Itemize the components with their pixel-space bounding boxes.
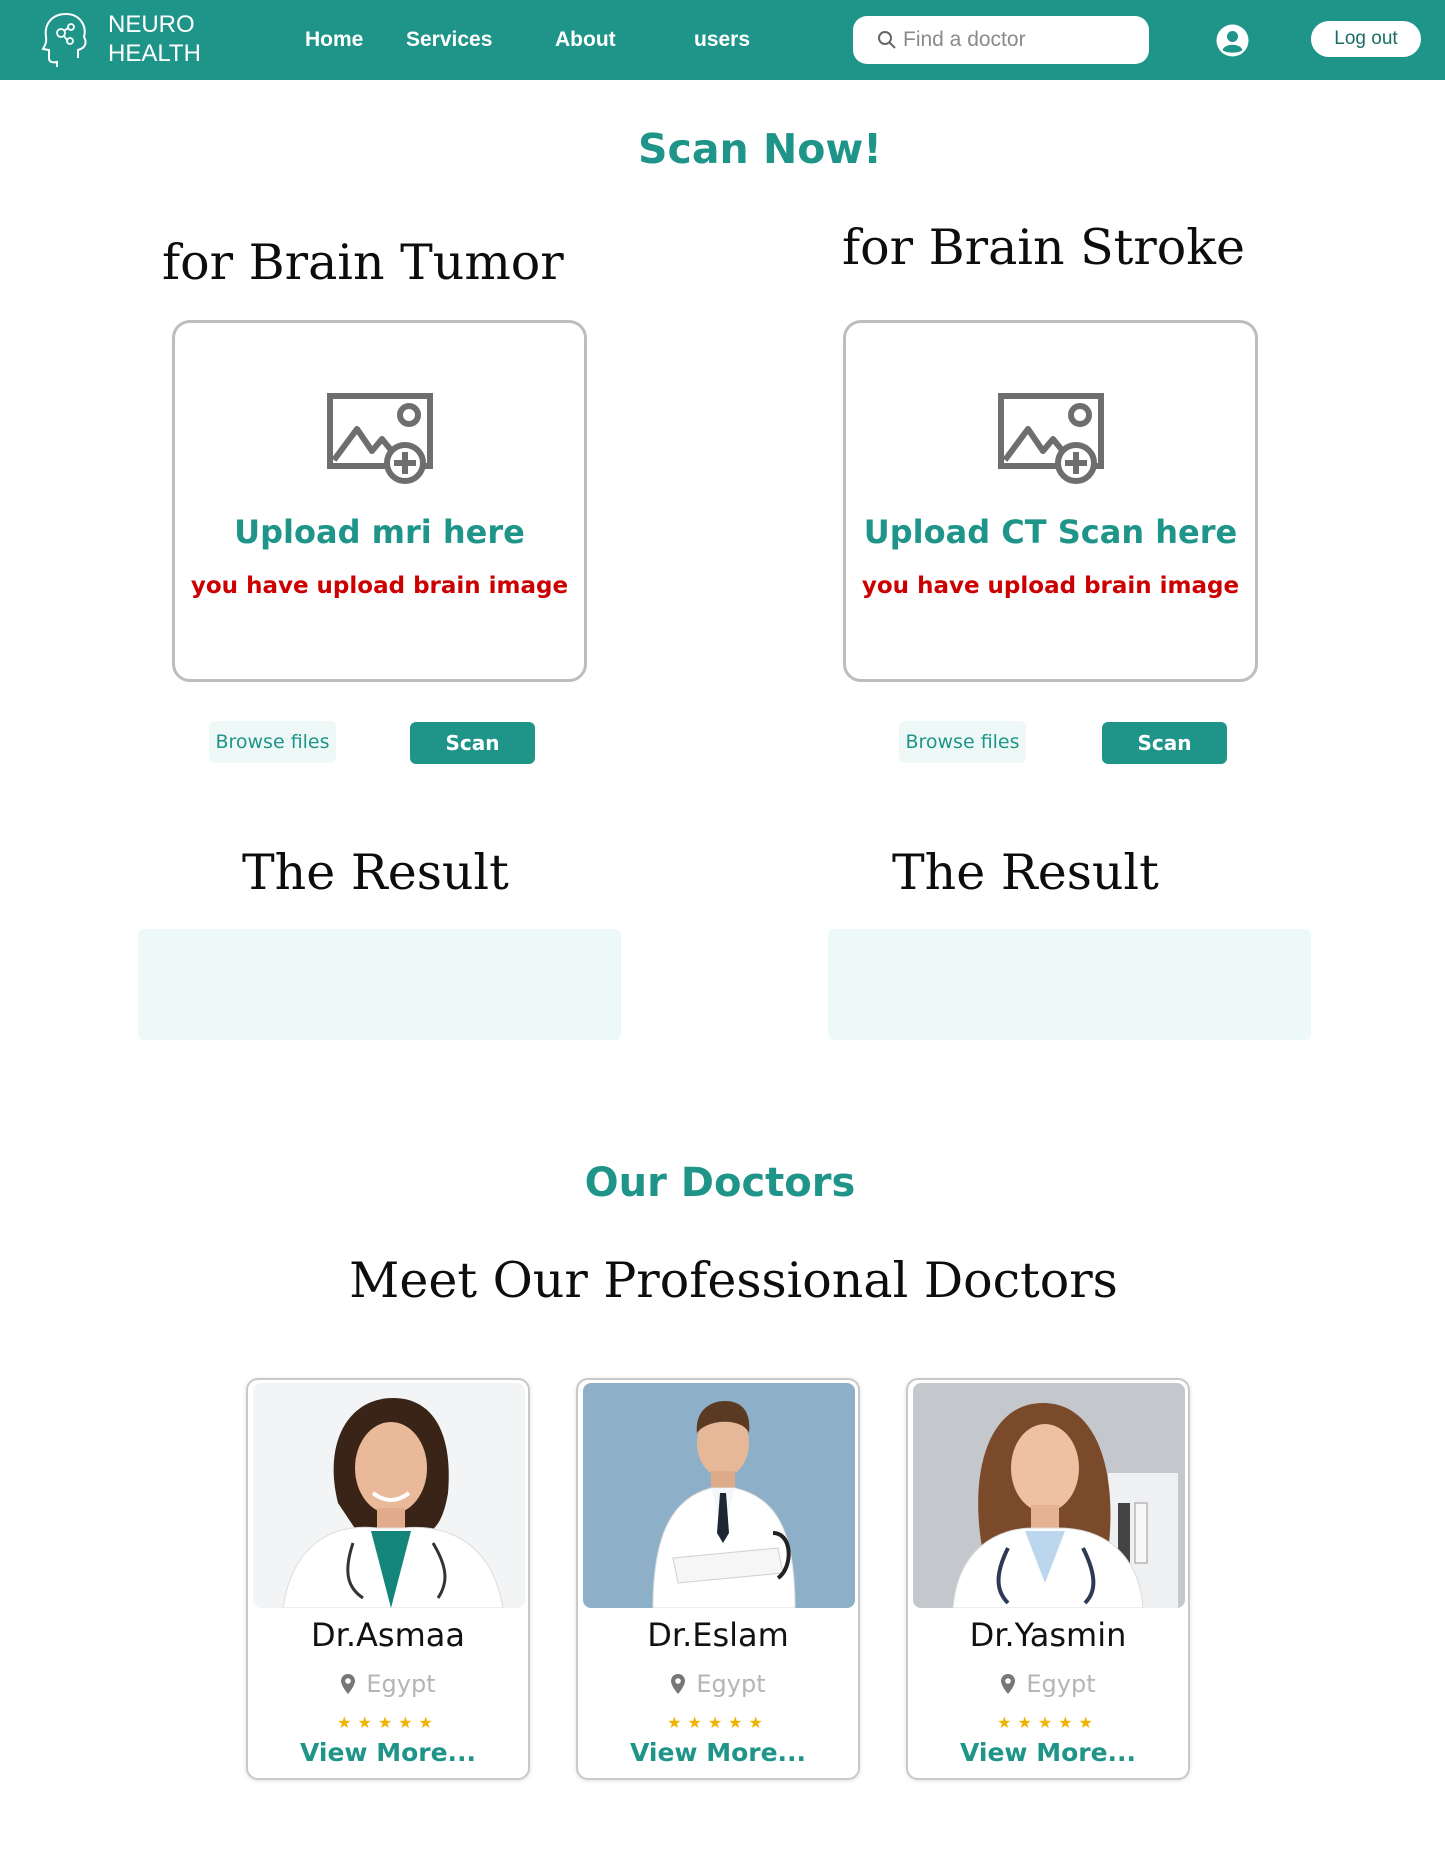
mri-browse-files-button[interactable]: Browse files xyxy=(209,721,336,763)
ct-upload-title: Upload CT Scan here xyxy=(863,513,1238,551)
doctor-card: Dr.Eslam Egypt ★★★★★ View More... xyxy=(576,1378,860,1780)
brand-line-1: NEURO xyxy=(108,11,195,38)
rating-stars: ★★★★★ xyxy=(667,1713,769,1732)
search-bar xyxy=(853,16,1149,64)
stroke-result-box xyxy=(828,929,1311,1040)
doctor-location: Egypt xyxy=(578,1670,858,1698)
search-icon xyxy=(878,31,896,49)
doctor-name: Dr.Asmaa xyxy=(311,1616,465,1654)
brain-head-icon xyxy=(41,12,87,67)
mri-upload-title: Upload mri here xyxy=(234,513,525,551)
navbar: NEURO HEALTH Home Services About users L… xyxy=(0,0,1445,80)
nav-users[interactable]: users xyxy=(694,28,750,52)
doctor-location-text: Egypt xyxy=(366,1670,436,1698)
doctor-name: Dr.Yasmin xyxy=(969,1616,1127,1654)
doctor-card: Dr.Asmaa Egypt ★★★★★ View More... xyxy=(246,1378,530,1780)
nav-about[interactable]: About xyxy=(555,28,616,52)
logout-button[interactable]: Log out xyxy=(1310,20,1422,58)
ct-upload-warning: you have upload brain image xyxy=(861,573,1240,599)
doctor-location-text: Egypt xyxy=(696,1670,766,1698)
doctor-photo xyxy=(253,1383,525,1608)
mri-upload-warning: you have upload brain image xyxy=(190,573,569,599)
doctor-card: Dr.Yasmin Egypt ★★★★★ View More... xyxy=(906,1378,1190,1780)
doctor-location-text: Egypt xyxy=(1026,1670,1096,1698)
add-image-icon xyxy=(998,393,1104,484)
doctor-photo xyxy=(583,1383,855,1608)
tumor-result-box xyxy=(138,929,621,1040)
ct-upload-dropzone[interactable]: Upload CT Scan here you have upload brai… xyxy=(843,320,1258,682)
mri-scan-button[interactable]: Scan xyxy=(410,722,535,764)
stroke-heading: for Brain Stroke xyxy=(842,219,1245,276)
location-pin-icon xyxy=(341,1674,356,1694)
mri-upload-dropzone[interactable]: Upload mri here you have upload brain im… xyxy=(172,320,587,682)
stroke-result-heading: The Result xyxy=(892,844,1159,901)
user-avatar-icon[interactable] xyxy=(1216,24,1249,57)
doctor-location: Egypt xyxy=(248,1670,528,1698)
location-pin-icon xyxy=(1001,1674,1016,1694)
brand-logo[interactable]: NEURO HEALTH xyxy=(40,10,201,68)
rating-stars: ★★★★★ xyxy=(997,1713,1099,1732)
rating-stars: ★★★★★ xyxy=(337,1713,439,1732)
ct-scan-button[interactable]: Scan xyxy=(1102,722,1227,764)
search-input[interactable] xyxy=(903,28,1143,52)
scan-now-title: Scan Now! xyxy=(637,125,883,173)
view-more-link[interactable]: View More... xyxy=(248,1738,528,1767)
nav-home[interactable]: Home xyxy=(305,28,363,52)
our-doctors-title: Our Doctors xyxy=(584,1160,856,1206)
brand-name: NEURO HEALTH xyxy=(108,10,201,68)
tumor-result-heading: The Result xyxy=(242,844,509,901)
ct-browse-files-button[interactable]: Browse files xyxy=(899,721,1026,763)
brand-line-2: HEALTH xyxy=(108,40,201,67)
view-more-link[interactable]: View More... xyxy=(578,1738,858,1767)
doctor-photo xyxy=(913,1383,1185,1608)
meet-doctors-subtitle: Meet Our Professional Doctors xyxy=(349,1252,1118,1309)
location-pin-icon xyxy=(671,1674,686,1694)
nav-services[interactable]: Services xyxy=(406,28,492,52)
doctor-name: Dr.Eslam xyxy=(647,1616,789,1654)
doctor-location: Egypt xyxy=(908,1670,1188,1698)
add-image-icon xyxy=(327,393,433,484)
view-more-link[interactable]: View More... xyxy=(908,1738,1188,1767)
tumor-heading: for Brain Tumor xyxy=(162,234,564,291)
